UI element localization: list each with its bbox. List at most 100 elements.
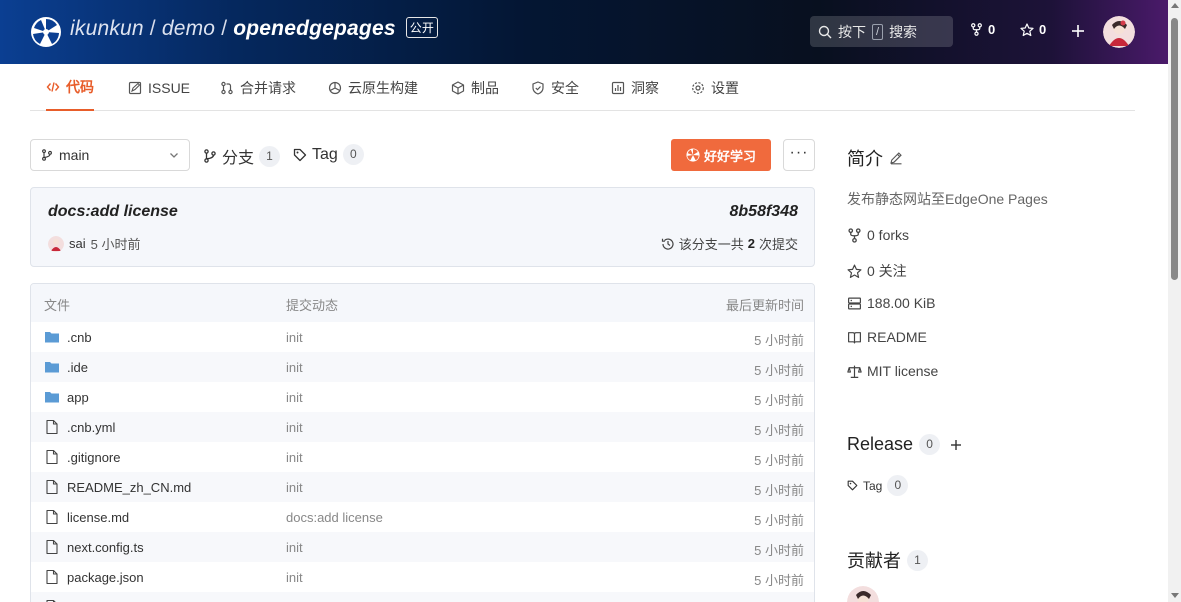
branch-icon [204,149,216,163]
author-avatar[interactable] [48,235,64,252]
code-icon [46,81,60,92]
commit-hash[interactable]: 8b58f348 [730,203,799,221]
branches-link[interactable]: 分支 1 [203,144,281,168]
tab-cloud-build[interactable]: 云原生构建 [328,64,418,111]
branch-selector[interactable]: main [30,139,190,171]
commit-author[interactable]: sai [69,236,86,251]
star-icon [847,263,862,278]
commit-message[interactable]: docs:add license [48,203,178,221]
file-name[interactable]: next.config.ts [67,540,144,555]
about-section-title: 简介 [847,145,903,171]
file-commit-message[interactable]: init [286,540,303,555]
table-row[interactable]: license.md docs:add license 5 小时前 [31,502,814,532]
folder-icon [44,359,60,375]
table-row[interactable]: .cnb init 5 小时前 [31,322,814,352]
build-icon [328,81,342,94]
table-row[interactable]: .cnb.yml init 5 小时前 [31,412,814,442]
tab-issue[interactable]: ISSUE [128,64,190,111]
tags-label: Tag [312,145,338,163]
tab-insights[interactable]: 洞察 [611,64,659,111]
contributors-title[interactable]: 贡献者 [847,547,901,573]
breadcrumb: ikunkun / demo / openedgepages 公开 [70,17,439,41]
file-commit-message[interactable]: init [286,570,303,585]
logo-icon [686,148,700,162]
learn-button-label: 好好学习 [703,148,756,164]
scrollbar-thumb[interactable] [1171,18,1178,280]
file-name[interactable]: .gitignore [67,450,120,465]
branch-name: main [59,147,90,163]
header-stars[interactable]: 0 [1020,22,1046,37]
sidebar-forks[interactable]: 0 forks [847,227,909,243]
tab-code[interactable]: 代码 [46,64,94,111]
folder-icon [44,329,60,345]
more-actions-button[interactable]: ··· [783,139,815,171]
scroll-down-arrow-icon[interactable] [1171,593,1179,598]
commit-count-prefix: 该分支一共 [678,237,744,252]
sidebar-watchers[interactable]: 0 关注 [847,261,907,281]
scroll-up-arrow-icon[interactable] [1171,3,1179,8]
sidebar-license[interactable]: MIT license [847,363,938,379]
breadcrumb-owner[interactable]: ikunkun [70,17,144,40]
file-table: 文件 提交动态 最后更新时间 .cnb init 5 小时前 .ide init 5 小时… [30,283,815,602]
table-row[interactable]: package.json init 5 小时前 [31,562,814,592]
file-commit-message[interactable]: init [286,390,303,405]
file-name[interactable]: license.md [67,510,129,525]
file-commit-message[interactable]: init [286,480,303,495]
tab-label: 代码 [66,78,94,95]
file-updated-time: 5 小时前 [754,333,804,348]
header-stars-count: 0 [1039,22,1047,37]
table-row[interactable]: app init 5 小时前 [31,382,814,412]
commit-count: 2 [747,236,755,251]
license-text: MIT license [867,363,939,379]
column-header-commit: 提交动态 [286,298,339,313]
contributors-section-title: 贡献者 1 [847,547,928,573]
learn-button[interactable]: 好好学习 [671,139,771,171]
breadcrumb-group[interactable]: demo [162,17,215,40]
file-name[interactable]: .ide [67,360,88,375]
search-shortcut-key: / [872,23,884,40]
table-row[interactable]: README_zh_CN.md init 5 小时前 [31,472,814,502]
file-updated-time: 5 小时前 [754,543,804,558]
table-row[interactable]: .gitignore init 5 小时前 [31,442,814,472]
file-commit-message[interactable]: init [286,420,303,435]
contributor-avatar[interactable] [847,586,879,602]
table-row[interactable]: next.config.ts init 5 小时前 [31,532,814,562]
create-plus-icon[interactable] [1070,20,1088,42]
tab-pull-requests[interactable]: 合并请求 [220,64,296,111]
search-icon [818,25,832,38]
edit-icon[interactable] [889,151,903,165]
sidebar-readme[interactable]: README [847,329,927,345]
file-commit-message[interactable]: init [286,330,303,345]
file-name[interactable]: package.json [67,570,144,585]
tab-security[interactable]: 安全 [531,64,579,111]
file-name[interactable]: app [67,390,89,405]
add-release-plus-icon[interactable] [950,439,962,451]
search-box[interactable]: 按下 / 搜索 [810,16,953,47]
issue-icon [128,81,142,94]
logo-icon[interactable] [30,16,62,48]
tags-link[interactable]: Tag 0 [293,144,364,165]
page-scrollbar[interactable] [1168,0,1181,602]
sidebar-tag-count: 0 [887,475,909,496]
breadcrumb-repo[interactable]: openedgepages [233,17,395,40]
file-name[interactable]: README_zh_CN.md [67,480,191,495]
table-row[interactable]: .ide init 5 小时前 [31,352,814,382]
tab-label: 云原生构建 [348,79,418,96]
file-commit-message[interactable]: init [286,450,303,465]
size-text: 188.00 KiB [867,295,936,311]
commit-meta: sai 5 小时前 [48,234,140,253]
file-commit-message[interactable]: init [286,360,303,375]
tab-settings[interactable]: 设置 [691,64,739,111]
tab-packages[interactable]: 制品 [451,64,499,111]
commit-count-link[interactable]: 该分支一共 2 次提交 [661,234,798,253]
sidebar-tags[interactable]: Tag 0 [847,475,909,496]
user-avatar[interactable] [1103,16,1135,48]
header-forks[interactable]: 0 [970,22,995,37]
table-row[interactable]: 5 小时前 [31,592,814,602]
file-name[interactable]: .cnb [67,330,92,345]
file-updated-time: 5 小时前 [754,573,804,588]
file-commit-message[interactable]: docs:add license [286,510,383,525]
file-name[interactable]: .cnb.yml [67,420,115,435]
release-title[interactable]: Release [847,434,913,455]
commit-time: 5 小时前 [90,237,141,252]
